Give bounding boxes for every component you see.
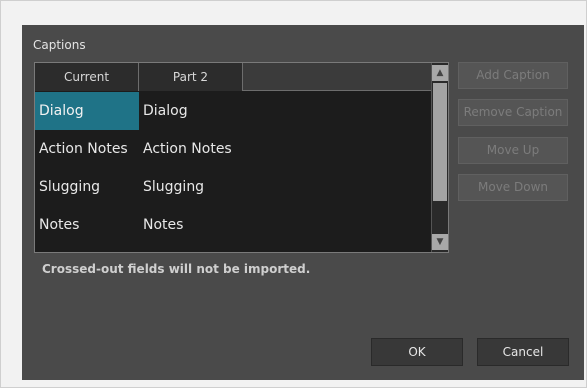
remove-caption-button[interactable]: Remove Caption [458,99,568,126]
chevron-down-icon[interactable]: ▼ [432,234,448,250]
move-up-button[interactable]: Move Up [458,137,568,164]
table-header: Current Part 2 [35,63,432,91]
column-header-current[interactable]: Current [35,63,139,91]
captions-table: Current Part 2 Dialog Dialog Action Note… [34,62,449,253]
table-cell-selected[interactable]: Dialog [35,92,139,130]
table-cell[interactable]: Slugging [35,168,139,206]
add-caption-button[interactable]: Add Caption [458,62,568,89]
screenshot-frame: Captions Current Part 2 Dialog Dialog Ac… [0,0,587,388]
column-header-part-2[interactable]: Part 2 [139,63,243,91]
import-captions-dialog: Captions Current Part 2 Dialog Dialog Ac… [22,25,584,380]
table-cell[interactable]: Slugging [139,168,243,206]
table-cell[interactable]: Notes [139,206,243,244]
captions-group-label: Captions [33,38,86,52]
scrollbar-thumb[interactable] [433,83,447,201]
table-cell[interactable]: Notes [35,206,139,244]
table-row[interactable]: Slugging Slugging [35,168,432,206]
table-cell[interactable]: Action Notes [35,130,139,168]
table-row[interactable]: Dialog Dialog [35,92,432,130]
chevron-up-icon[interactable]: ▲ [432,65,448,81]
table-cell[interactable]: Action Notes [139,130,243,168]
move-down-button[interactable]: Move Down [458,174,568,201]
ok-button[interactable]: OK [371,338,463,366]
vertical-scrollbar[interactable]: ▲ ▼ [431,63,448,252]
import-note: Crossed-out fields will not be imported. [42,262,311,276]
table-cell[interactable]: Dialog [139,92,243,130]
table-row[interactable]: Notes Notes [35,206,432,244]
cancel-button[interactable]: Cancel [477,338,569,366]
table-row[interactable]: Action Notes Action Notes [35,130,432,168]
